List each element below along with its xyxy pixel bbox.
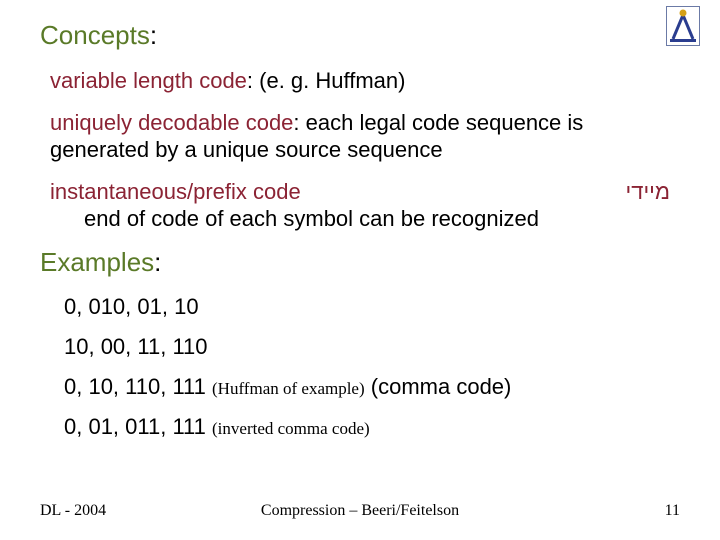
variable-length-line: variable length code: (e. g. Huffman) [50,67,680,95]
examples-heading-colon: : [154,247,161,277]
example-line-4: 0, 01, 011, 111 (inverted comma code) [64,414,680,440]
concepts-heading: Concepts: [40,20,680,51]
example-line-3-note1: (Huffman of example) [212,379,365,398]
slide: Concepts: variable length code: (e. g. H… [0,0,720,540]
examples-heading: Examples: [40,247,680,278]
example-line-3-note2: (comma code) [365,374,512,399]
example-line-3: 0, 10, 110, 111 (Huffman of example) (co… [64,374,680,400]
prefix-code-row: instantaneous/prefix code מיידי [50,178,680,206]
institution-logo [666,6,700,46]
variable-length-term: variable length code [50,68,247,93]
footer-center: Compression – Beeri/Feitelson [0,502,720,520]
prefix-code-term: instantaneous/prefix code [50,178,301,206]
prefix-code-sub: end of code of each symbol can be recogn… [84,205,680,233]
example-line-1: 0, 010, 01, 10 [64,294,680,320]
heading-colon: : [150,20,157,50]
variable-length-rest: : (e. g. Huffman) [247,68,406,93]
slide-number: 11 [665,502,680,520]
example-line-2: 10, 00, 11, 110 [64,334,680,360]
uniquely-decodable-term: uniquely decodable code [50,110,293,135]
uniquely-decodable-line: uniquely decodable code: each legal code… [50,109,680,164]
concepts-heading-text: Concepts [40,20,150,50]
footer: Compression – Beeri/Feitelson DL - 2004 … [0,502,720,520]
example-line-3-codes: 0, 10, 110, 111 [64,374,212,399]
prefix-code-hebrew: מיידי [626,178,670,206]
prefix-code-block: instantaneous/prefix code מיידי end of c… [50,178,680,233]
example-line-4-codes: 0, 01, 011, 111 [64,414,212,439]
examples-block: 0, 010, 01, 10 10, 00, 11, 110 0, 10, 11… [40,294,680,440]
examples-heading-text: Examples [40,247,154,277]
example-line-4-note: (inverted comma code) [212,419,370,438]
